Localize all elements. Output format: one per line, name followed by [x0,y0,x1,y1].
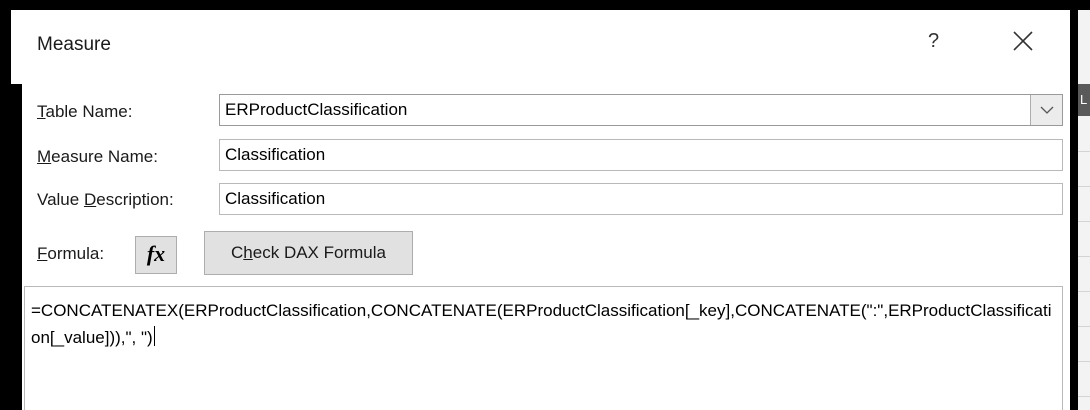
gridline [1078,396,1090,397]
gridline [1078,291,1090,292]
value-description-input[interactable]: Classification [219,183,1063,215]
close-button[interactable] [1008,26,1038,56]
button-hotkey: h [243,243,253,262]
frame-border [0,0,11,410]
label-text: easure Name: [51,147,158,166]
function-icon: fx [146,241,166,266]
chevron-down-icon [1040,106,1054,114]
value-description-label: Value Description: [37,190,174,210]
label-hotkey: F [37,244,48,263]
label-text: ormula: [47,244,105,263]
label-text: escription: [96,190,174,209]
insert-function-button[interactable]: fx [135,236,177,274]
gridline [1078,361,1090,362]
background-spreadsheet: L [1078,0,1090,410]
table-name-value: ERProductClassification [225,100,408,119]
dropdown-button[interactable] [1030,95,1062,125]
text-caret [153,326,155,346]
gridline [1078,326,1090,327]
label-hotkey: T [37,102,46,121]
dialog-title: Measure [37,34,111,55]
table-name-label: Table Name: [37,102,132,122]
measure-dialog: Measure ? Table Name: ERProductClassific… [22,10,1070,410]
gridline [1078,221,1090,222]
label-text: Value [37,190,84,209]
label-hotkey: D [83,190,97,209]
gridline [1078,186,1090,187]
check-dax-formula-button[interactable]: Check DAX Formula [204,231,413,275]
frame-border [0,0,1090,10]
formula-value: =CONCATENATEX(ERProductClassification,CO… [31,301,1052,347]
label-text: able Name: [45,102,133,121]
frame-border [1070,0,1078,410]
button-text: C [231,243,244,262]
gridline [1078,151,1090,152]
table-name-dropdown[interactable]: ERProductClassification [219,94,1063,126]
button-text: eck DAX Formula [252,243,386,262]
gridline [1078,256,1090,257]
label-hotkey: M [37,147,52,166]
close-icon [1013,31,1033,51]
formula-label: Formula: [37,244,104,264]
column-header: L [1078,84,1090,116]
formula-editor[interactable]: =CONCATENATEX(ERProductClassification,CO… [24,286,1063,410]
measure-name-label: Measure Name: [37,147,158,167]
measure-name-input[interactable]: Classification [219,139,1063,171]
formula-text: =CONCATENATEX(ERProductClassification,CO… [31,297,1057,351]
help-button[interactable]: ? [928,30,939,53]
frame-border [11,84,22,410]
